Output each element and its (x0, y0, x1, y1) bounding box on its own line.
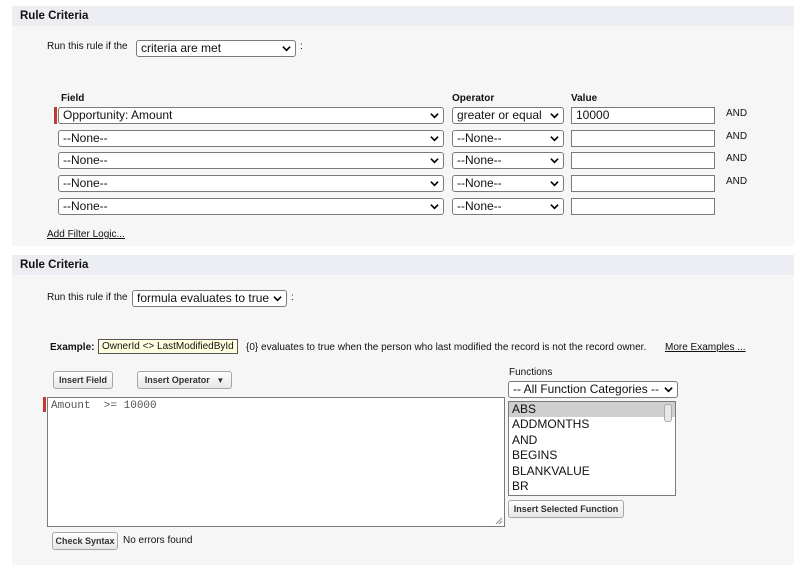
filter-conjunction: AND (726, 153, 748, 164)
run-rule-suffix: : (300, 41, 303, 52)
insert-operator-button[interactable]: Insert Operator ▼ (137, 371, 232, 389)
filter-conjunction: AND (726, 108, 748, 119)
chevron-down-icon (550, 181, 559, 187)
run-rule-label: Run this rule if the (47, 292, 128, 303)
column-header-value: Value (571, 93, 598, 104)
function-item[interactable]: BEGINS (509, 448, 675, 463)
filter-value-input[interactable] (571, 198, 715, 215)
check-syntax-button[interactable]: Check Syntax (52, 532, 118, 550)
more-examples-link[interactable]: More Examples ... (665, 342, 746, 353)
column-header-operator: Operator (452, 93, 495, 104)
filter-field-select[interactable]: --None-- (58, 175, 444, 192)
chevron-down-icon (430, 181, 439, 187)
function-item[interactable]: ADDMONTHS (509, 417, 675, 432)
filter-value-input[interactable] (571, 152, 715, 169)
insert-field-button[interactable]: Insert Field (53, 371, 113, 389)
filter-operator-select[interactable]: --None-- (452, 198, 564, 215)
filter-field-value: --None-- (63, 153, 108, 167)
run-rule-suffix: : (291, 292, 294, 303)
scrollbar-thumb[interactable] (664, 404, 672, 422)
filter-value-input[interactable] (571, 130, 715, 147)
function-category-value: -- All Function Categories -- (513, 382, 660, 396)
filter-operator-select[interactable]: --None-- (452, 175, 564, 192)
run-rule-label: Run this rule if the (47, 41, 128, 52)
insert-operator-label: Insert Operator (144, 375, 210, 385)
example-code: OwnerId <> LastModifiedById (98, 339, 238, 354)
required-indicator (43, 397, 46, 412)
filter-value-input[interactable] (571, 175, 715, 192)
example-description: {0} evaluates to true when the person wh… (246, 342, 647, 353)
criteria-type-select[interactable]: formula evaluates to true (132, 290, 287, 307)
chevron-down-icon (430, 136, 439, 142)
filter-operator-value: --None-- (457, 176, 502, 190)
syntax-status: No errors found (123, 535, 193, 546)
function-item[interactable]: BLANKVALUE (509, 464, 675, 479)
caret-down-icon: ▼ (216, 376, 225, 385)
filter-operator-value: --None-- (457, 199, 502, 213)
insert-selected-function-button[interactable]: Insert Selected Function (508, 500, 624, 518)
filter-operator-value: --None-- (457, 131, 502, 145)
function-item[interactable]: AND (509, 433, 675, 448)
criteria-type-value: formula evaluates to true (137, 291, 270, 305)
functions-listbox[interactable]: ABS ADDMONTHS AND BEGINS BLANKVALUE BR (508, 401, 676, 496)
chevron-down-icon (550, 136, 559, 142)
filter-field-value: Opportunity: Amount (63, 108, 173, 122)
filter-operator-value: greater or equal (457, 108, 542, 122)
function-item[interactable]: ABS (509, 402, 675, 418)
chevron-down-icon (273, 296, 282, 302)
chevron-down-icon (430, 113, 439, 119)
chevron-down-icon (550, 158, 559, 164)
formula-text: Amount >= 10000 (51, 400, 157, 412)
filter-conjunction: AND (726, 176, 748, 187)
criteria-type-value: criteria are met (141, 41, 222, 55)
filter-field-select[interactable]: Opportunity: Amount (58, 107, 444, 124)
formula-editor[interactable]: Amount >= 10000 (47, 397, 505, 527)
chevron-down-icon (430, 158, 439, 164)
resize-handle-icon[interactable] (495, 517, 503, 525)
required-indicator (54, 107, 57, 124)
filter-conjunction: AND (726, 131, 748, 142)
chevron-down-icon (664, 387, 673, 393)
panel2-header: Rule Criteria (12, 255, 794, 275)
filter-operator-select[interactable]: --None-- (452, 152, 564, 169)
filter-field-select[interactable]: --None-- (58, 198, 444, 215)
column-header-field: Field (61, 93, 85, 104)
filter-field-value: --None-- (63, 131, 108, 145)
filter-operator-select[interactable]: --None-- (452, 130, 564, 147)
chevron-down-icon (282, 46, 291, 52)
panel1-header: Rule Criteria (12, 6, 794, 26)
functions-label: Functions (509, 367, 553, 378)
filter-field-select[interactable]: --None-- (58, 152, 444, 169)
chevron-down-icon (550, 113, 559, 119)
filter-value-input[interactable]: 10000 (571, 107, 715, 124)
filter-field-value: --None-- (63, 176, 108, 190)
filter-field-value: --None-- (63, 199, 108, 213)
add-filter-logic-link[interactable]: Add Filter Logic... (47, 229, 125, 240)
function-category-select[interactable]: -- All Function Categories -- (508, 381, 678, 398)
filter-field-select[interactable]: --None-- (58, 130, 444, 147)
chevron-down-icon (550, 204, 559, 210)
filter-operator-value: --None-- (457, 153, 502, 167)
example-label: Example: (50, 342, 95, 353)
filter-operator-select[interactable]: greater or equal (452, 107, 564, 124)
criteria-type-select[interactable]: criteria are met (136, 40, 296, 57)
function-item[interactable]: BR (509, 479, 675, 494)
chevron-down-icon (430, 204, 439, 210)
